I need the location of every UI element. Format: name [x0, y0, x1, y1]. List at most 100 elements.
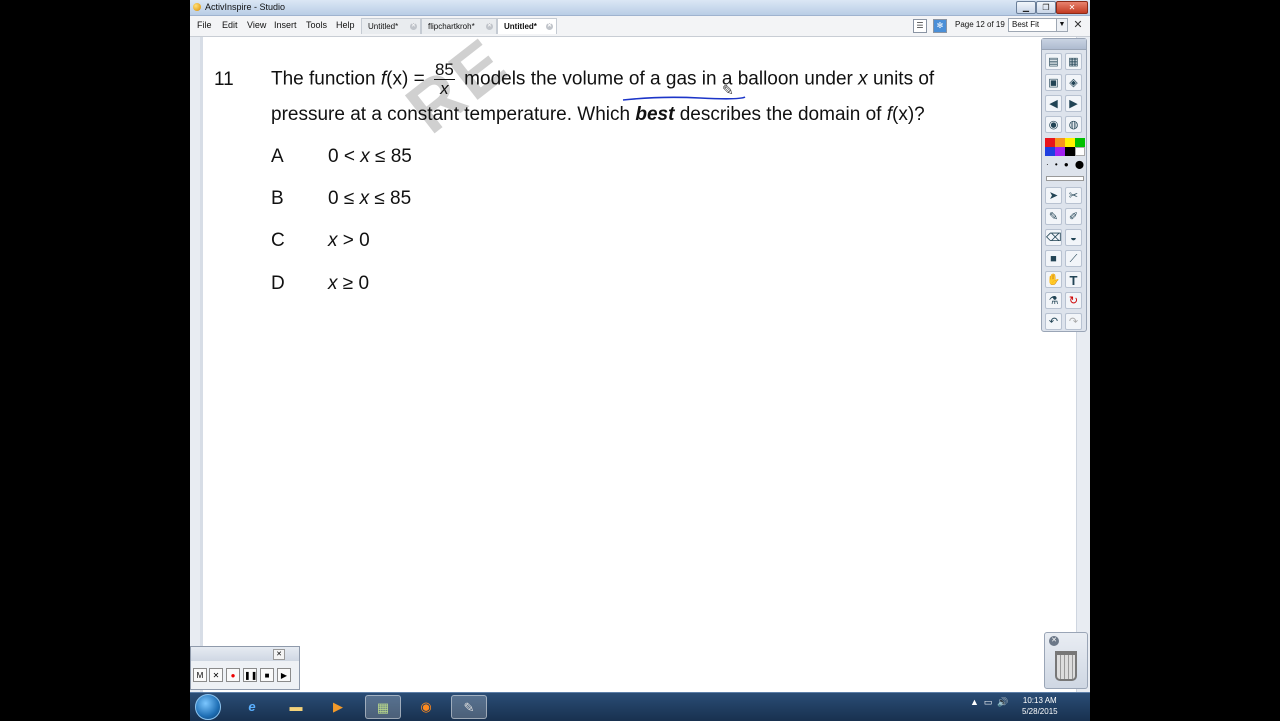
menu-view[interactable]: View — [247, 20, 266, 30]
select-tool-icon[interactable]: ➤ — [1045, 187, 1062, 204]
color-swatch-purple[interactable] — [1055, 147, 1065, 156]
menu-edit[interactable]: Edit — [222, 20, 238, 30]
flipchart-page[interactable] — [200, 37, 1079, 692]
question-line-1: The function f(x) = 85 x models the volu… — [271, 61, 934, 98]
palette-header[interactable] — [1042, 39, 1086, 50]
option-a-letter: A — [271, 146, 284, 167]
emphasis-best: best — [635, 104, 675, 125]
pen-tool-icon[interactable]: ✎ — [1045, 208, 1062, 225]
option-b-letter: B — [271, 188, 284, 209]
color-swatch-red[interactable] — [1045, 138, 1055, 147]
media-player-icon[interactable]: ▶ — [320, 695, 356, 719]
undo-icon[interactable]: ↶ — [1045, 313, 1062, 330]
clock[interactable]: 10:13 AM 5/28/2015 — [1022, 695, 1058, 717]
activinspire-window: ActivInspire - Studio ▁ ❐ ✕ File Edit Vi… — [190, 0, 1090, 692]
menu-file[interactable]: File — [197, 20, 212, 30]
tab-label: Untitled* — [504, 22, 537, 31]
tab-untitled-1[interactable]: Untitled* ✕ — [361, 18, 421, 34]
browser-icon[interactable]: ▦ — [1065, 53, 1082, 70]
menu-tools[interactable]: Tools — [306, 20, 327, 30]
color-swatch-white[interactable] — [1075, 147, 1085, 156]
clear-tool-icon[interactable]: ⚗ — [1045, 292, 1062, 309]
recorder-mic-button[interactable]: M — [193, 668, 207, 682]
equals-sign: = — [413, 68, 425, 90]
windows-taskbar: e ▬ ▶ ▦ ◉ ✎ ▲ ▭ 🔊 10:13 AM 5/28/2015 — [190, 692, 1090, 721]
previous-page-icon[interactable]: ◀ — [1045, 95, 1062, 112]
app-icon[interactable]: ▦ — [365, 695, 401, 719]
fraction-numerator: 85 — [433, 60, 455, 80]
trash-icon — [1055, 651, 1077, 681]
recorder-stop-button[interactable]: ■ — [260, 668, 274, 682]
trash-close-icon[interactable]: ✕ — [1049, 636, 1059, 646]
fraction-denominator: x — [440, 79, 449, 98]
camera-icon[interactable]: ▣ — [1045, 74, 1062, 91]
system-tray[interactable]: ▲ ▭ 🔊 — [970, 697, 1009, 708]
reset-page-icon[interactable]: ↻ — [1065, 292, 1082, 309]
option-b-text: 0 ≤ x ≤ 85 — [328, 188, 412, 209]
question-text: units of — [872, 68, 935, 90]
shape-tool-icon[interactable]: ■ — [1045, 250, 1062, 267]
tab-untitled-2[interactable]: Untitled* ✕ — [497, 18, 557, 34]
annotate-tool-icon[interactable]: ✂ — [1065, 187, 1082, 204]
trash-can[interactable]: ✕ — [1044, 632, 1088, 689]
option-c-text: x > 0 — [328, 230, 370, 251]
color-swatch-orange[interactable] — [1055, 138, 1065, 147]
start-button[interactable] — [195, 694, 221, 720]
recorder-cancel-button[interactable]: ✕ — [209, 668, 223, 682]
close-button[interactable]: ✕ — [1056, 1, 1088, 14]
question-text: The function — [271, 68, 376, 90]
color-swatch-blue[interactable] — [1045, 147, 1055, 156]
zoom-select[interactable]: Best Fit ▼ — [1008, 18, 1068, 32]
snowflake-icon[interactable]: ✻ — [933, 19, 947, 33]
pen-width-dots[interactable]: · • ● ⬤ — [1046, 160, 1086, 169]
width-slider[interactable] — [1046, 176, 1084, 181]
option-d-letter: D — [271, 273, 285, 294]
main-menu-icon[interactable]: ▤ — [1045, 53, 1062, 70]
title-bar: ActivInspire - Studio ▁ ❐ ✕ — [190, 0, 1090, 16]
variable-x: x — [858, 68, 868, 90]
color-swatch-yellow[interactable] — [1065, 138, 1075, 147]
tab-close-icon[interactable]: ✕ — [486, 23, 493, 30]
collapse-icon[interactable]: ✕ — [1072, 19, 1084, 31]
recorder-close-icon[interactable]: ✕ — [273, 649, 285, 660]
menu-insert[interactable]: Insert — [274, 20, 297, 30]
file-explorer-icon[interactable]: ▬ — [278, 695, 314, 719]
page-indicator: Page 12 of 19 — [955, 20, 1005, 29]
menu-help[interactable]: Help — [336, 20, 355, 30]
minimize-button[interactable]: ▁ — [1016, 1, 1036, 14]
option-d-text: x ≥ 0 — [328, 273, 370, 294]
option-a-text: 0 < x ≤ 85 — [328, 146, 412, 167]
maximize-button[interactable]: ❐ — [1036, 1, 1056, 14]
window-title: ActivInspire - Studio — [205, 2, 286, 12]
tab-close-icon[interactable]: ✕ — [410, 23, 417, 30]
recorder-play-button[interactable]: ▶ — [277, 668, 291, 682]
recorder-record-button[interactable]: ● — [226, 668, 240, 682]
recorder-pause-button[interactable]: ❚❚ — [243, 668, 257, 682]
connector-tool-icon[interactable]: ⟋ — [1065, 250, 1082, 267]
magic-ink-icon[interactable]: ✋ — [1045, 271, 1062, 288]
color-swatch-black[interactable] — [1065, 147, 1075, 156]
internet-explorer-icon[interactable]: e — [234, 695, 270, 719]
menu-bar: File Edit View Insert Tools Help Untitle… — [190, 16, 1090, 37]
page-browser-icon[interactable]: ☰ — [913, 19, 927, 33]
text-tool-icon[interactable]: T — [1065, 271, 1082, 288]
activinspire-task-icon[interactable]: ✎ — [451, 695, 487, 719]
eraser-tool-icon[interactable]: ⌫ — [1045, 229, 1062, 246]
redo-icon[interactable]: ↷ — [1065, 313, 1082, 330]
clock-date: 5/28/2015 — [1022, 707, 1058, 716]
tab-close-icon[interactable]: ✕ — [546, 23, 553, 30]
web-browser-icon[interactable]: ◍ — [1065, 116, 1082, 133]
highlighter-tool-icon[interactable]: ✐ — [1065, 208, 1082, 225]
question-text: pressure at a constant temperature. Whic… — [271, 104, 631, 125]
fill-tool-icon[interactable]: ◒ — [1065, 229, 1082, 246]
chevron-down-icon: ▼ — [1056, 19, 1067, 31]
resources-icon[interactable]: ◈ — [1065, 74, 1082, 91]
next-page-icon[interactable]: ▶ — [1065, 95, 1082, 112]
fraction: 85 x — [433, 60, 455, 98]
question-text: describes the domain of — [679, 104, 882, 125]
play-icon[interactable]: ◉ — [1045, 116, 1062, 133]
firefox-icon[interactable]: ◉ — [408, 695, 444, 719]
color-swatch-green[interactable] — [1075, 138, 1085, 147]
tool-palette: ▤ ▦ ▣ ◈ ◀ ▶ ◉ ◍ · • ● ⬤ ➤ ✂ ✎ ✐ ⌫ ◒ ■ ⟋ … — [1041, 38, 1087, 332]
zoom-value: Best Fit — [1012, 20, 1040, 29]
